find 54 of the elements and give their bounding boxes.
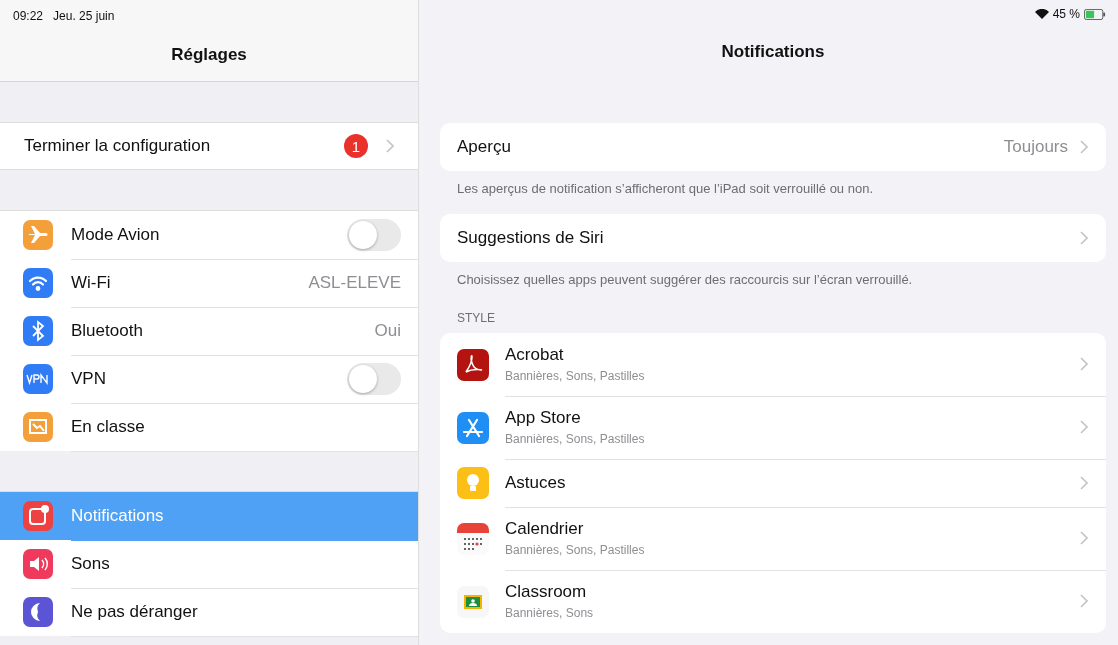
battery-icon [1084,8,1106,20]
chevron-icon [386,139,394,153]
footer-note: Choisissez quelles apps peuvent suggérer des raccourcis sur l’écran verrouillé. [456,271,914,287]
settings-item[interactable]: Bluetooth Oui [0,307,418,355]
settings-item[interactable]: Wi-Fi ASL-ELEVE [0,259,418,307]
settings-item[interactable]: Ne pas déranger [0,588,418,636]
preview-value: Toujours [1003,137,1068,157]
battery-percent: 45 % [1052,7,1080,21]
sidebar-title: Réglages [170,44,248,65]
chevron-icon [1080,231,1088,245]
app-row[interactable]: Classroom Bannières, Sons [440,570,1106,633]
settings-item[interactable]: En classe [0,403,418,451]
chevron-icon [1080,594,1088,608]
bt-icon [23,316,53,346]
app-subtitle: Bannières, Sons, Pastilles [505,369,646,383]
setup-row[interactable]: Terminer la configuration 1 [0,122,418,170]
chevron-icon [1080,475,1088,490]
siri-row[interactable]: Suggestions de Siri [440,214,1106,262]
sons-icon [23,549,53,579]
plane-icon [23,220,53,250]
settings-item[interactable]: Mode Avion [0,211,418,259]
app-subtitle: Bannières, Sons, Pastilles [505,432,646,446]
status-time: 09:22 [13,9,44,25]
toggle-switch[interactable] [347,218,401,251]
chevron-icon [1080,357,1088,371]
moon-icon [23,597,53,627]
notification-badge: 1 [344,134,368,158]
app-row[interactable]: Calendrier Bannières, Sons, Pastilles [440,507,1106,570]
footer-note: Les aperçus de notification s’afficheront que l’iPad soit verrouillé ou non. [456,180,874,196]
app-row[interactable]: Acrobat Bannières, Sons, Pastilles [440,333,1106,396]
appstore-icon [457,411,489,444]
toggle-switch[interactable] [347,362,401,395]
tips-icon [457,467,489,499]
chevron-icon [1080,140,1088,154]
vpn-icon [23,364,53,394]
settings-item[interactable]: Sons [0,540,418,588]
app-subtitle: Bannières, Sons, Pastilles [505,543,646,557]
wifi-icon [23,268,53,298]
setting-value: ASL-ELEVE [308,272,401,293]
page-title: Notifications [720,41,826,63]
preview-row[interactable]: Aperçu Toujours [440,123,1106,171]
chevron-icon [1080,420,1088,434]
acrobat-icon [457,348,489,381]
section-header: STYLE [456,310,496,327]
settings-item[interactable]: VPN [0,355,418,403]
app-row[interactable]: Astuces [440,459,1106,507]
notif-icon [23,501,53,531]
app-subtitle: Bannières, Sons [505,606,595,620]
setting-value: Oui [374,320,401,341]
status-date: Jeu. 25 juin [53,9,115,25]
app-row[interactable]: App Store Bannières, Sons, Pastilles [440,396,1106,459]
chevron-icon [1080,531,1088,545]
classroom-icon [457,585,489,618]
wifi-icon [1034,8,1049,20]
